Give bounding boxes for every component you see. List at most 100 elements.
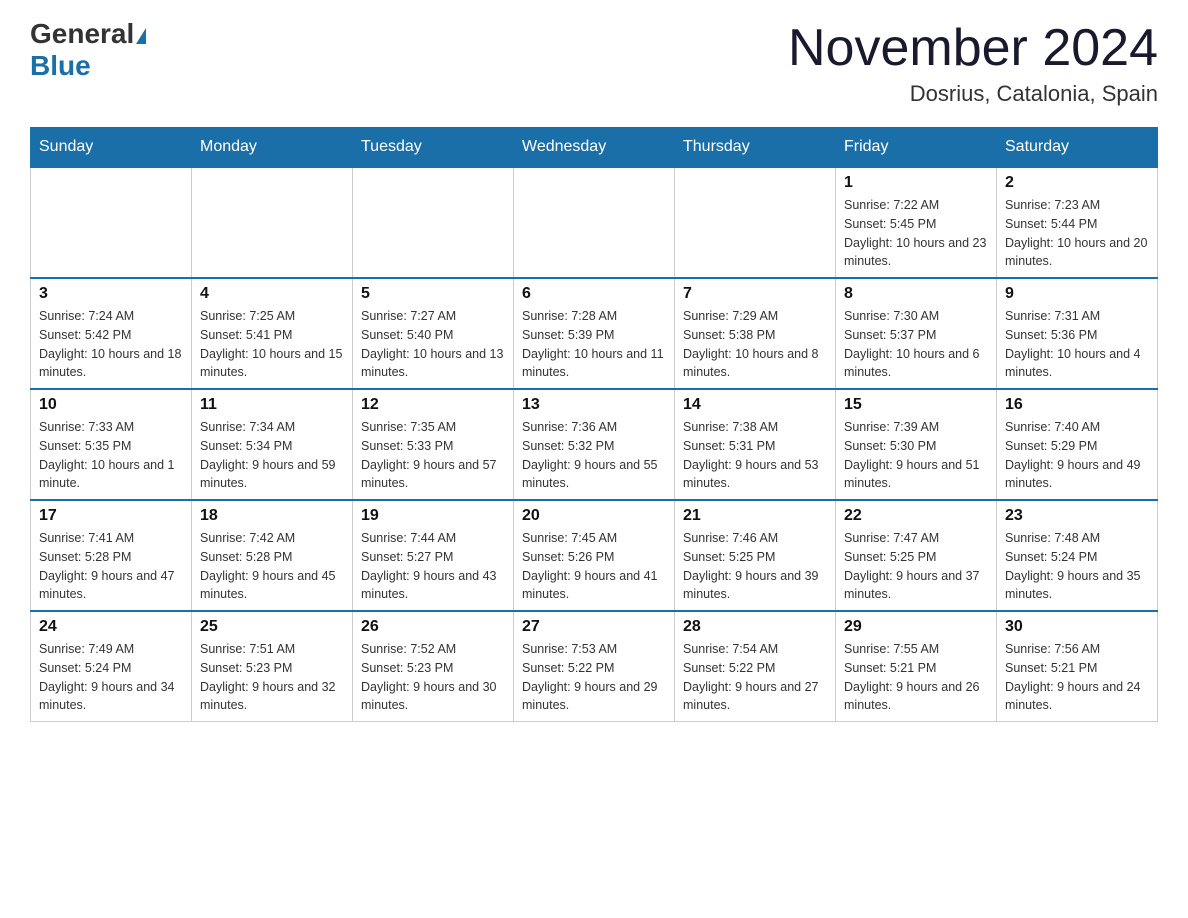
day-number: 28 xyxy=(683,618,827,636)
table-row: 29 Sunrise: 7:55 AM Sunset: 5:21 PM Dayli… xyxy=(836,611,997,722)
day-info: Sunrise: 7:25 AM Sunset: 5:41 PM Dayligh… xyxy=(200,307,344,382)
day-info: Sunrise: 7:23 AM Sunset: 5:44 PM Dayligh… xyxy=(1005,196,1149,271)
table-row: 17 Sunrise: 7:41 AM Sunset: 5:28 PM Dayli… xyxy=(31,500,192,611)
day-info: Sunrise: 7:46 AM Sunset: 5:25 PM Dayligh… xyxy=(683,529,827,604)
table-row xyxy=(31,167,192,278)
day-number: 2 xyxy=(1005,174,1149,192)
table-row: 5Sunrise: 7:27 AM Sunset: 5:40 PM Daylig… xyxy=(353,278,514,389)
table-row: 1 Sunrise: 7:22 AM Sunset: 5:45 PM Daylig… xyxy=(836,167,997,278)
day-number: 6 xyxy=(522,285,666,303)
day-info: Sunrise: 7:30 AM Sunset: 5:37 PM Dayligh… xyxy=(844,307,988,382)
table-row xyxy=(192,167,353,278)
month-year-title: November 2024 xyxy=(788,20,1158,77)
day-number: 5 xyxy=(361,285,505,303)
day-info: Sunrise: 7:55 AM Sunset: 5:21 PM Dayligh… xyxy=(844,640,988,715)
day-info: Sunrise: 7:36 AM Sunset: 5:32 PM Dayligh… xyxy=(522,418,666,493)
day-number: 16 xyxy=(1005,396,1149,414)
table-row: 21 Sunrise: 7:46 AM Sunset: 5:25 PM Dayli… xyxy=(675,500,836,611)
day-number: 30 xyxy=(1005,618,1149,636)
header-tuesday: Tuesday xyxy=(353,128,514,168)
table-row: 26Sunrise: 7:52 AM Sunset: 5:23 PM Dayli… xyxy=(353,611,514,722)
table-row: 18 Sunrise: 7:42 AM Sunset: 5:28 PM Dayli… xyxy=(192,500,353,611)
day-info: Sunrise: 7:56 AM Sunset: 5:21 PM Dayligh… xyxy=(1005,640,1149,715)
header-monday: Monday xyxy=(192,128,353,168)
day-number: 20 xyxy=(522,507,666,525)
day-info: Sunrise: 7:31 AM Sunset: 5:36 PM Dayligh… xyxy=(1005,307,1149,382)
day-number: 19 xyxy=(361,507,505,525)
logo-general-text: General xyxy=(30,18,134,49)
table-row: 13 Sunrise: 7:36 AM Sunset: 5:32 PM Dayli… xyxy=(514,389,675,500)
header-saturday: Saturday xyxy=(997,128,1158,168)
day-number: 27 xyxy=(522,618,666,636)
logo-triangle-icon xyxy=(136,28,146,44)
table-row: 10 Sunrise: 7:33 AM Sunset: 5:35 PM Dayli… xyxy=(31,389,192,500)
calendar-week-row: 1 Sunrise: 7:22 AM Sunset: 5:45 PM Daylig… xyxy=(31,167,1158,278)
table-row: 24 Sunrise: 7:49 AM Sunset: 5:24 PM Dayli… xyxy=(31,611,192,722)
day-number: 4 xyxy=(200,285,344,303)
day-number: 18 xyxy=(200,507,344,525)
day-number: 8 xyxy=(844,285,988,303)
table-row: 28 Sunrise: 7:54 AM Sunset: 5:22 PM Dayli… xyxy=(675,611,836,722)
day-info: Sunrise: 7:40 AM Sunset: 5:29 PM Dayligh… xyxy=(1005,418,1149,493)
table-row: 3 Sunrise: 7:24 AM Sunset: 5:42 PM Daylig… xyxy=(31,278,192,389)
day-number: 14 xyxy=(683,396,827,414)
day-info: Sunrise: 7:42 AM Sunset: 5:28 PM Dayligh… xyxy=(200,529,344,604)
day-number: 11 xyxy=(200,396,344,414)
calendar-table: Sunday Monday Tuesday Wednesday Thursday… xyxy=(30,127,1158,722)
table-row xyxy=(675,167,836,278)
header-thursday: Thursday xyxy=(675,128,836,168)
day-number: 21 xyxy=(683,507,827,525)
table-row: 2 Sunrise: 7:23 AM Sunset: 5:44 PM Daylig… xyxy=(997,167,1158,278)
header-wednesday: Wednesday xyxy=(514,128,675,168)
day-number: 12 xyxy=(361,396,505,414)
table-row: 23 Sunrise: 7:48 AM Sunset: 5:24 PM Dayli… xyxy=(997,500,1158,611)
calendar-week-row: 10 Sunrise: 7:33 AM Sunset: 5:35 PM Dayli… xyxy=(31,389,1158,500)
table-row: 20 Sunrise: 7:45 AM Sunset: 5:26 PM Dayli… xyxy=(514,500,675,611)
day-info: Sunrise: 7:39 AM Sunset: 5:30 PM Dayligh… xyxy=(844,418,988,493)
day-info: Sunrise: 7:54 AM Sunset: 5:22 PM Dayligh… xyxy=(683,640,827,715)
table-row: 8 Sunrise: 7:30 AM Sunset: 5:37 PM Daylig… xyxy=(836,278,997,389)
table-row: 14 Sunrise: 7:38 AM Sunset: 5:31 PM Dayli… xyxy=(675,389,836,500)
day-info: Sunrise: 7:22 AM Sunset: 5:45 PM Dayligh… xyxy=(844,196,988,271)
day-info: Sunrise: 7:24 AM Sunset: 5:42 PM Dayligh… xyxy=(39,307,183,382)
day-number: 3 xyxy=(39,285,183,303)
day-info: Sunrise: 7:49 AM Sunset: 5:24 PM Dayligh… xyxy=(39,640,183,715)
day-number: 25 xyxy=(200,618,344,636)
table-row: 6 Sunrise: 7:28 AM Sunset: 5:39 PM Daylig… xyxy=(514,278,675,389)
day-info: Sunrise: 7:33 AM Sunset: 5:35 PM Dayligh… xyxy=(39,418,183,493)
day-number: 29 xyxy=(844,618,988,636)
day-number: 10 xyxy=(39,396,183,414)
day-info: Sunrise: 7:45 AM Sunset: 5:26 PM Dayligh… xyxy=(522,529,666,604)
table-row: 4 Sunrise: 7:25 AM Sunset: 5:41 PM Daylig… xyxy=(192,278,353,389)
day-info: Sunrise: 7:35 AM Sunset: 5:33 PM Dayligh… xyxy=(361,418,505,493)
calendar-week-row: 24 Sunrise: 7:49 AM Sunset: 5:24 PM Dayli… xyxy=(31,611,1158,722)
table-row xyxy=(353,167,514,278)
header-sunday: Sunday xyxy=(31,128,192,168)
page-header: General Blue November 2024 Dosrius, Cata… xyxy=(30,20,1158,107)
header-friday: Friday xyxy=(836,128,997,168)
day-info: Sunrise: 7:44 AM Sunset: 5:27 PM Dayligh… xyxy=(361,529,505,604)
day-number: 24 xyxy=(39,618,183,636)
day-info: Sunrise: 7:38 AM Sunset: 5:31 PM Dayligh… xyxy=(683,418,827,493)
day-info: Sunrise: 7:28 AM Sunset: 5:39 PM Dayligh… xyxy=(522,307,666,382)
day-info: Sunrise: 7:51 AM Sunset: 5:23 PM Dayligh… xyxy=(200,640,344,715)
table-row: 15 Sunrise: 7:39 AM Sunset: 5:30 PM Dayli… xyxy=(836,389,997,500)
day-info: Sunrise: 7:48 AM Sunset: 5:24 PM Dayligh… xyxy=(1005,529,1149,604)
day-info: Sunrise: 7:52 AM Sunset: 5:23 PM Dayligh… xyxy=(361,640,505,715)
day-info: Sunrise: 7:53 AM Sunset: 5:22 PM Dayligh… xyxy=(522,640,666,715)
day-info: Sunrise: 7:47 AM Sunset: 5:25 PM Dayligh… xyxy=(844,529,988,604)
day-number: 13 xyxy=(522,396,666,414)
day-number: 1 xyxy=(844,174,988,192)
day-number: 15 xyxy=(844,396,988,414)
day-info: Sunrise: 7:41 AM Sunset: 5:28 PM Dayligh… xyxy=(39,529,183,604)
title-section: November 2024 Dosrius, Catalonia, Spain xyxy=(788,20,1158,107)
day-number: 17 xyxy=(39,507,183,525)
day-number: 23 xyxy=(1005,507,1149,525)
day-number: 9 xyxy=(1005,285,1149,303)
table-row: 7Sunrise: 7:29 AM Sunset: 5:38 PM Daylig… xyxy=(675,278,836,389)
calendar-header-row: Sunday Monday Tuesday Wednesday Thursday… xyxy=(31,128,1158,168)
table-row: 9 Sunrise: 7:31 AM Sunset: 5:36 PM Daylig… xyxy=(997,278,1158,389)
table-row: 12 Sunrise: 7:35 AM Sunset: 5:33 PM Dayli… xyxy=(353,389,514,500)
table-row: 16 Sunrise: 7:40 AM Sunset: 5:29 PM Dayli… xyxy=(997,389,1158,500)
table-row: 30 Sunrise: 7:56 AM Sunset: 5:21 PM Dayli… xyxy=(997,611,1158,722)
